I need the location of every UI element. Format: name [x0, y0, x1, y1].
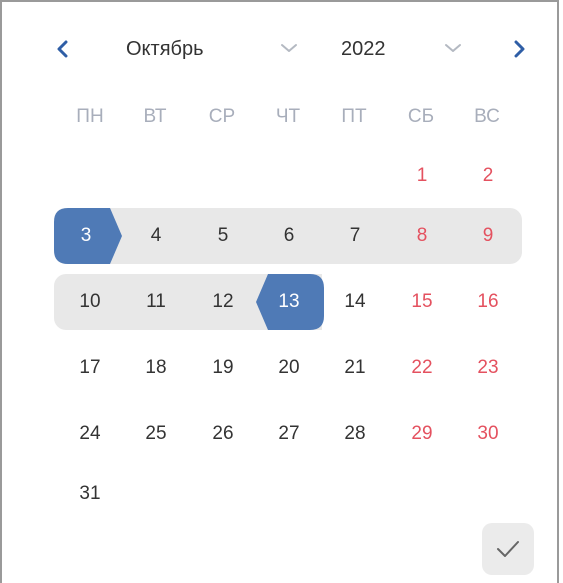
year-select[interactable]: 2022 [341, 24, 471, 74]
date-picker: Октябрь 2022 ПН ВТ СР ЧТ ПТ СБ ВС 1 2 3 … [0, 0, 559, 583]
weekday-label: ПТ [341, 106, 367, 127]
weekday-label: ВТ [143, 106, 167, 127]
day-cell[interactable]: 24 [61, 406, 119, 462]
day-cell[interactable]: 1 [393, 148, 451, 204]
day-cell[interactable]: 29 [393, 406, 451, 462]
day-cell[interactable]: 9 [459, 208, 517, 264]
day-cell[interactable]: 23 [459, 340, 517, 396]
day-cell[interactable]: 21 [326, 340, 384, 396]
day-cell[interactable]: 5 [194, 208, 252, 264]
month-year-header: Октябрь 2022 [2, 24, 561, 74]
day-cell[interactable]: 6 [260, 208, 318, 264]
day-cell[interactable]: 4 [127, 208, 185, 264]
day-cell[interactable]: 13 [260, 274, 318, 330]
chevron-down-icon [281, 44, 297, 52]
day-cell[interactable]: 2 [459, 148, 517, 204]
day-cell[interactable]: 15 [393, 274, 451, 330]
weekday-label: СР [208, 106, 236, 127]
chevron-right-icon [514, 40, 525, 58]
day-cell[interactable]: 14 [326, 274, 384, 330]
chevron-left-icon [57, 40, 68, 58]
day-cell[interactable]: 22 [393, 340, 451, 396]
next-month-button[interactable] [504, 32, 534, 66]
day-cell[interactable]: 19 [194, 340, 252, 396]
day-cell[interactable]: 16 [459, 274, 517, 330]
weekday-label: ЧТ [275, 106, 301, 127]
day-cell[interactable]: 11 [127, 274, 185, 330]
day-cell[interactable]: 31 [61, 466, 119, 522]
year-value: 2022 [341, 37, 386, 60]
weekday-label: ПН [76, 106, 104, 127]
checkmark-icon [497, 541, 519, 557]
prev-month-button[interactable] [48, 32, 78, 66]
day-cell[interactable]: 18 [127, 340, 185, 396]
day-cell[interactable]: 25 [127, 406, 185, 462]
weekday-header-row: ПН ВТ СР ЧТ ПТ СБ ВС [2, 98, 561, 138]
day-cell[interactable]: 17 [61, 340, 119, 396]
confirm-button[interactable] [482, 523, 534, 575]
weekday-label: СБ [407, 106, 435, 127]
day-cell[interactable]: 12 [194, 274, 252, 330]
weekday-label: ВС [474, 106, 500, 127]
month-select[interactable]: Октябрь [126, 24, 306, 74]
day-cell[interactable]: 3 [57, 208, 115, 264]
day-cell[interactable]: 10 [61, 274, 119, 330]
day-cell[interactable]: 20 [260, 340, 318, 396]
day-cell[interactable]: 8 [393, 208, 451, 264]
chevron-down-icon [445, 44, 461, 52]
day-cell[interactable]: 7 [326, 208, 384, 264]
month-value: Октябрь [126, 37, 204, 60]
day-cell[interactable]: 30 [459, 406, 517, 462]
day-cell[interactable]: 27 [260, 406, 318, 462]
day-cell[interactable]: 28 [326, 406, 384, 462]
day-cell[interactable]: 26 [194, 406, 252, 462]
